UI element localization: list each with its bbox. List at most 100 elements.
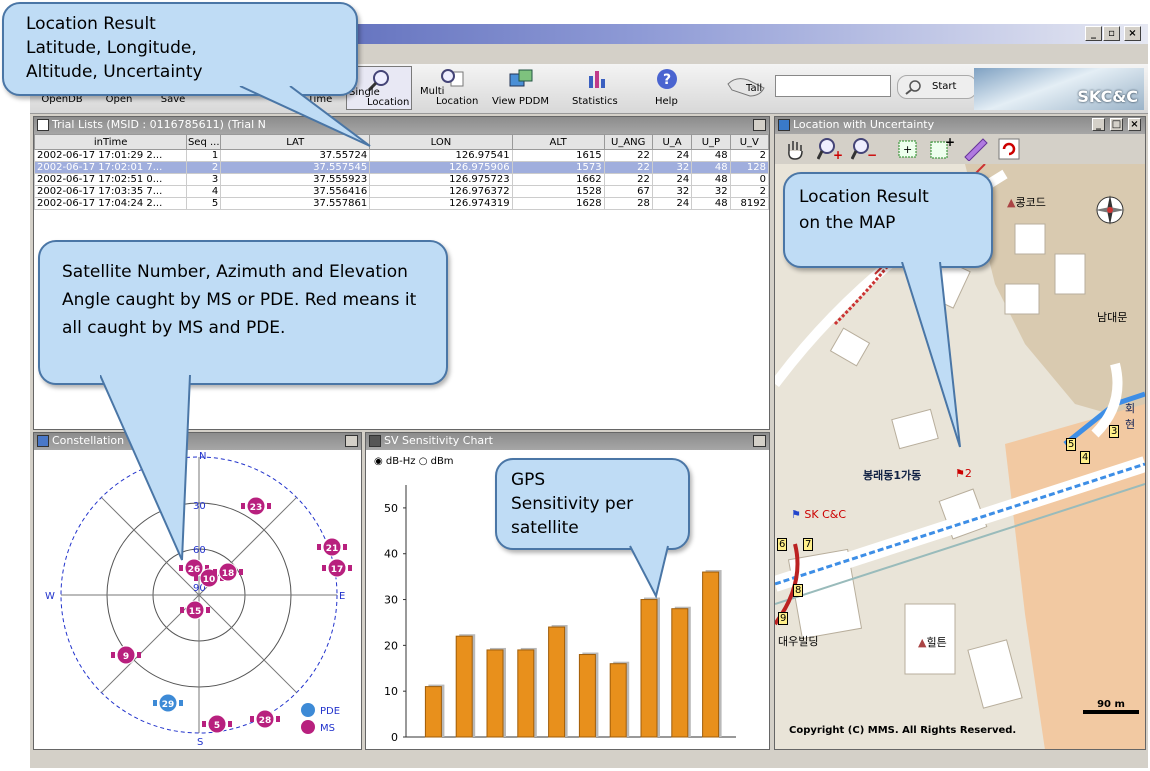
phone-icon: Tall xyxy=(727,78,765,97)
satellite-wing xyxy=(239,569,243,575)
zoom-in-icon[interactable]: + xyxy=(817,137,843,161)
start-input[interactable] xyxy=(775,75,891,97)
map-title: Location with Uncertainty xyxy=(793,118,935,131)
table-cell: 1 xyxy=(186,149,222,162)
close-button[interactable]: × xyxy=(1124,26,1141,41)
zoom-box-icon[interactable]: + xyxy=(897,138,921,160)
bar xyxy=(609,663,627,738)
multi-location-button[interactable]: Multi Location xyxy=(418,66,486,110)
callout-line: Latitude, Longitude, xyxy=(26,38,197,58)
ruler-icon[interactable] xyxy=(963,137,989,161)
statistics-button[interactable]: Statistics xyxy=(566,66,630,110)
satellite-wing xyxy=(153,700,157,706)
map-copyright: Copyright (C) MMS. All Rights Reserved. xyxy=(789,725,1017,736)
bar xyxy=(640,599,658,738)
column-header[interactable]: inTime xyxy=(33,134,188,150)
column-header[interactable]: ALT xyxy=(511,134,605,150)
satellite-wing xyxy=(137,652,141,658)
satellite-wing xyxy=(180,607,184,613)
map-max-button[interactable]: □ xyxy=(1110,118,1123,131)
y-tick-label: 0 xyxy=(391,731,398,744)
table-cell: 128 xyxy=(729,161,770,174)
map-toolbar: + − + + xyxy=(775,134,1145,164)
restore-button[interactable]: ▫ xyxy=(1103,26,1120,41)
multi-label-2: Location xyxy=(436,96,479,107)
satellite-wing xyxy=(202,721,206,727)
satellite-prn: 10 xyxy=(203,575,216,585)
table-cell: 32 xyxy=(651,185,693,198)
table-cell: 28 xyxy=(603,197,653,210)
maximize-icon[interactable] xyxy=(753,435,766,447)
bar xyxy=(455,635,473,738)
maximize-icon[interactable] xyxy=(345,435,358,447)
satellite-wing xyxy=(194,575,198,581)
flag-icon: ⚑ xyxy=(791,508,801,521)
table-cell: 1573 xyxy=(511,161,605,174)
constellation-icon xyxy=(37,435,49,447)
marker-5: 5 xyxy=(1066,437,1077,451)
table-cell: 2002-06-17 17:04:24 2... xyxy=(33,197,188,210)
bar xyxy=(517,649,535,738)
x-tick-label: 10 xyxy=(488,747,502,749)
marker-8: 8 xyxy=(793,583,804,597)
marker-6-text: 6 xyxy=(777,538,788,551)
satellite-wing xyxy=(250,716,254,722)
direction-label-s: S xyxy=(197,737,203,748)
svg-text:+: + xyxy=(903,143,912,156)
satellite-prn: 23 xyxy=(250,503,263,513)
satellite-wing xyxy=(322,565,326,571)
column-header[interactable]: Seq ... xyxy=(186,134,222,150)
location-flag-2: ⚑2 xyxy=(955,467,972,480)
map-label-hilton: ▲힐튼 xyxy=(918,634,947,650)
refresh-icon[interactable] xyxy=(997,137,1021,161)
map-min-button[interactable]: _ xyxy=(1092,118,1105,131)
column-header[interactable]: U_ANG xyxy=(603,134,653,150)
column-header[interactable]: LON xyxy=(369,134,513,150)
help-icon: ? xyxy=(657,69,677,89)
table-cell: 1662 xyxy=(511,173,605,186)
callout-tail xyxy=(629,545,669,599)
x-tick-label: 15 xyxy=(519,747,533,749)
trial-list-header: Trial Lists (MSID : 0116785611) (Trial N xyxy=(34,117,769,134)
callout-line: GPS xyxy=(511,470,546,490)
table-row[interactable]: 2002-06-17 17:02:01 7... 2 37.557545 126.97… xyxy=(33,161,770,174)
satellite-wing xyxy=(317,544,321,550)
start-button[interactable]: Start xyxy=(897,75,977,99)
table-cell: 2002-06-17 17:01:29 2... xyxy=(33,149,188,162)
add-area-icon[interactable]: + xyxy=(929,136,955,160)
table-cell: 126.974319 xyxy=(369,197,513,210)
hoehyeon-label: 회현 xyxy=(1125,402,1136,431)
table-row[interactable]: 2002-06-17 17:03:35 7... 4 37.556416 126.97… xyxy=(33,185,770,198)
compass-icon xyxy=(1095,195,1125,225)
column-header[interactable]: U_V xyxy=(729,134,770,150)
satellite-prn: 21 xyxy=(326,544,339,554)
callout-map: Location Result on the MAP xyxy=(783,172,993,268)
satellite-wing xyxy=(241,503,245,509)
table-row[interactable]: 2002-06-17 17:01:29 2... 1 37.55724 126.975… xyxy=(33,149,770,162)
table-row[interactable]: 2002-06-17 17:04:24 2... 5 37.557861 126.97… xyxy=(33,197,770,210)
satellite-wing xyxy=(267,503,271,509)
maximize-icon[interactable] xyxy=(753,119,766,131)
column-header[interactable]: U_P xyxy=(691,134,731,150)
table-cell: 1528 xyxy=(511,185,605,198)
satellite-prn: 9 xyxy=(123,652,129,662)
table-cell: 126.975723 xyxy=(369,173,513,186)
column-header[interactable]: U_A xyxy=(651,134,693,150)
view-pddm-button[interactable]: View PDDM xyxy=(488,66,554,110)
satellite-wing xyxy=(348,565,352,571)
zoom-out-icon[interactable]: − xyxy=(851,137,877,161)
bar-chart-small-icon xyxy=(369,435,381,447)
help-button[interactable]: ? Help xyxy=(642,66,692,110)
kongcd-text: 콩코드 xyxy=(1015,196,1046,209)
table-row[interactable]: 2002-06-17 17:02:51 0... 3 37.555923 126.97… xyxy=(33,173,770,186)
sv-chart-title: SV Sensitivity Chart xyxy=(384,434,493,447)
bar xyxy=(702,571,720,738)
marker-9-text: 9 xyxy=(778,612,789,625)
minimize-button[interactable]: _ xyxy=(1085,26,1102,41)
satellite-prn: 28 xyxy=(259,716,272,726)
table-cell: 37.557545 xyxy=(220,161,371,174)
map-close-button[interactable]: × xyxy=(1128,118,1141,131)
hand-icon[interactable] xyxy=(783,137,807,161)
x-tick-label: 5 xyxy=(430,747,437,749)
satellite-wing xyxy=(111,652,115,658)
